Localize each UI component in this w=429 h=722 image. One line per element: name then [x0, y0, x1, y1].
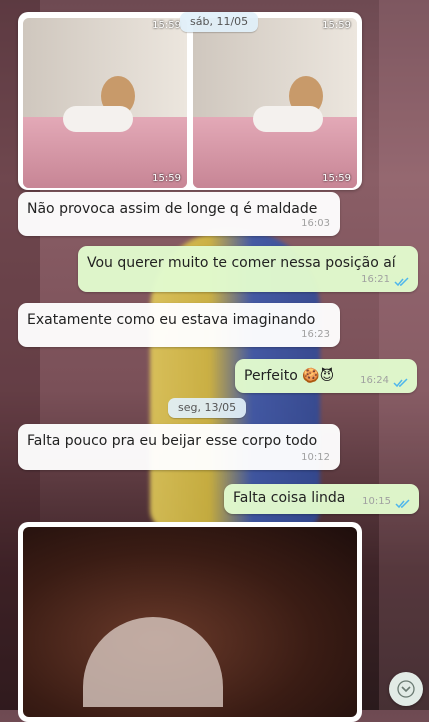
message-text: Exatamente como eu estava imaginando	[27, 312, 316, 328]
background-right	[379, 0, 429, 710]
photo-thumbnail[interactable]: 15:59 15:59	[23, 18, 187, 188]
message-text: Não provoca assim de longe q é maldade	[27, 201, 318, 217]
outgoing-message[interactable]: Perfeito 🍪😈 16:24	[235, 359, 417, 393]
media-thumbnail[interactable]	[23, 527, 357, 717]
scroll-down-button[interactable]	[389, 672, 423, 706]
outgoing-message[interactable]: Falta coisa linda 10:15	[224, 484, 419, 514]
message-text: Perfeito 🍪😈	[244, 368, 335, 384]
message-text: Falta coisa linda	[233, 490, 346, 506]
incoming-message[interactable]: Exatamente como eu estava imaginando 16:…	[18, 303, 340, 347]
message-time: 16:24	[360, 375, 389, 386]
message-text: Vou querer muito te comer nessa posição …	[87, 255, 396, 271]
double-check-icon	[395, 499, 410, 509]
photo-header-time: 15:59	[322, 20, 351, 31]
photo-time: 15:59	[322, 173, 351, 184]
date-separator: sáb, 11/05	[180, 12, 259, 32]
incoming-message[interactable]: Falta pouco pra eu beijar esse corpo tod…	[18, 424, 340, 470]
incoming-message[interactable]: Não provoca assim de longe q é maldade 1…	[18, 192, 340, 236]
message-time: 10:12	[301, 452, 330, 463]
image-message[interactable]: 15:59 15:59 15:59 15:59	[18, 12, 362, 190]
message-text: Falta pouco pra eu beijar esse corpo tod…	[27, 433, 318, 449]
photo-thumbnail[interactable]: 15:59 15:59	[193, 18, 357, 188]
photo-header-time: 15:59	[152, 20, 181, 31]
double-check-icon	[394, 277, 409, 287]
chevron-down-icon	[397, 680, 415, 698]
message-time: 16:23	[301, 329, 330, 340]
media-message[interactable]	[18, 522, 362, 722]
message-time: 16:03	[301, 218, 330, 229]
date-separator: seg, 13/05	[168, 398, 247, 418]
photo-time: 15:59	[152, 173, 181, 184]
double-check-icon	[393, 378, 408, 388]
message-time: 10:15	[362, 496, 391, 507]
outgoing-message[interactable]: Vou querer muito te comer nessa posição …	[78, 246, 418, 292]
message-time: 16:21	[361, 274, 390, 285]
